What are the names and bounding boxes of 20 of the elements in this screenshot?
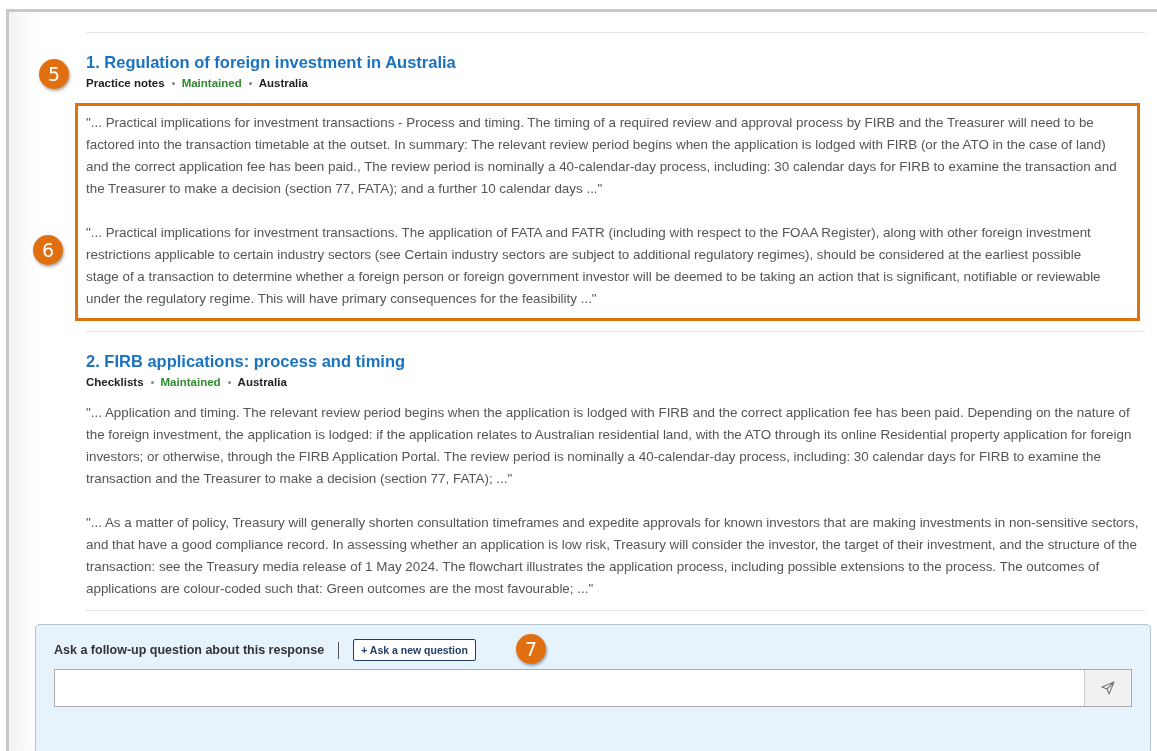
callout-number: 6 — [33, 235, 63, 265]
status-label: Maintained — [160, 376, 221, 388]
content-type-label: Practice notes — [86, 77, 165, 89]
send-button[interactable] — [1084, 670, 1131, 706]
send-icon — [1101, 681, 1115, 695]
result-title-link[interactable]: 2. FIRB applications: process and timing — [86, 352, 1145, 371]
question-input-field[interactable] — [54, 669, 1132, 707]
jurisdiction-label: Australia — [237, 376, 287, 388]
callout-number: 5 — [39, 59, 69, 89]
excerpt-text: "... Application and timing. The relevant review period begins when the application is lodged with FIRB and the correct application fee has been paid. Depending on the nature of the foreign investment, the application is lodged: if the application relates to Australian residential land, with the ATO through its online Residential property application for foreign investors; or otherwise, through the FIRB Application Portal. The review period is nominally a 40-calendar-day process, including: 30 calendar days for FIRB to examine the transaction and the Treasurer to make a decision (section 77, FATA); ..." — [86, 404, 1133, 488]
content-type-label: Checklists — [86, 376, 144, 388]
followup-label: Ask a follow-up question about this response — [54, 643, 325, 657]
new-question-button[interactable]: + Ask a new question — [353, 639, 476, 661]
status-label: Maintained — [181, 77, 242, 89]
jurisdiction-label: Australia — [258, 77, 308, 89]
excerpt-text: "... Practical implications for investment transactions. The application of FATA and FATR (including with respect to the FOAA Register), along with other foreign investment restrictions applicable to certain industry sectors (see Certain industry sectors are subject to additional regulatory regimes), should be considered at the earliest possible stage of a transaction to determine whether a foreign person or foreign government investor will be deemed to be taking an action that is significant, notifiable or reviewable under the regulatory regime. This will have primary consequences for the feasibility ..." — [86, 224, 1102, 308]
result-title-link[interactable]: 1. Regulation of foreign investment in Australia — [86, 53, 1145, 72]
excerpt-text: "... As a matter of policy, Treasury will generally shorten consultation timeframes and expedite approvals for known investors that are making investments in non-sensitive sectors, and that have a good compliance record. In assessing whether an application is low risk, Treasury will consider the investor, the target of their investment, and the structure of the transaction: see the Treasury media release of 1 May 2024. The flowchart illustrates the application process, including possible extensions to the process. The outcomes of applications are colour-coded such that: Green outcomes are the most favourable; ..." — [86, 514, 1140, 598]
callout-number: 7 — [516, 634, 546, 664]
excerpt-text: "... Practical implications for investment transactions - Process and timing. The timing of a required review and approval process by FIRB and the Treasurer will need to be factored into the transaction timetable at the outset. In summary: The relevant review period begins when the application is lodged with FIRB (or the ATO in the case of land) and the correct application fee has been paid., The review period is nominally a 40-calendar-day process, including: 30 calendar days for FIRB to examine the transaction and the Treasurer to make a decision (section 77, FATA); and a further 10 calendar days ..." — [86, 114, 1117, 198]
